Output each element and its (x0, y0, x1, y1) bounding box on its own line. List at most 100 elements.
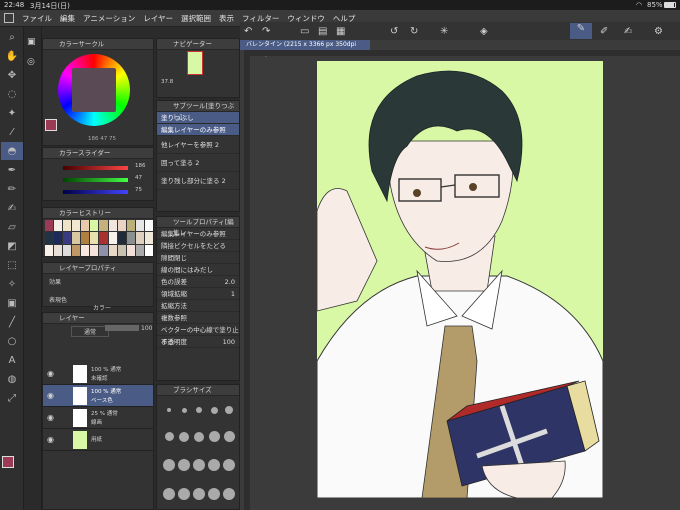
layer-row[interactable]: ◉ 用紙 (43, 429, 153, 451)
main-color-swatch[interactable] (2, 456, 14, 468)
tool-property-row[interactable]: 隙間閉じ (157, 252, 239, 264)
green-slider[interactable] (63, 178, 128, 182)
shape-tool-icon[interactable]: ○ (1, 332, 23, 350)
tool-property-row[interactable]: 不透明度 100 (157, 336, 239, 348)
status-battery: 85% (647, 1, 663, 9)
menu-item[interactable]: ファイル (22, 10, 52, 27)
layer-row-selected[interactable]: ◉ 100 % 通常 ベース色 (43, 385, 153, 407)
layer-row[interactable]: ◉ 25 % 通常 線画 (43, 407, 153, 429)
color-value-s: 47 (100, 136, 108, 142)
save-icon[interactable]: ▦ (336, 26, 345, 37)
document-tab[interactable]: バレンタイン (2215 x 3366 px 350dpi 37.8%) (240, 40, 370, 58)
settings-icon[interactable]: ⚙ (654, 26, 663, 37)
fill-tool-icon[interactable]: ◓ (1, 142, 23, 160)
lasso-tool-icon[interactable]: ◌ (1, 85, 23, 103)
blend-tool-icon[interactable]: ✧ (1, 275, 23, 293)
tool-property-row[interactable]: 隣接ピクセルをたどる (157, 240, 239, 252)
tool-property-label: 隣接ピクセルをたどる (161, 242, 226, 250)
opacity-slider[interactable] (105, 325, 139, 331)
layer-row[interactable]: ◉ 100 % 通常 未確認 (43, 363, 153, 385)
menu-item[interactable]: 編集 (60, 10, 75, 27)
layer-sub: 線画 (91, 420, 103, 426)
hue-ring[interactable] (58, 54, 130, 126)
tool-property-panel: ツールプロパティ[編集レ 編集レイヤーのみ参照 隣接ピクセルをたどる 隙間閉じ 線の… (156, 216, 240, 381)
color-slider-title: カラースライダー (43, 148, 153, 159)
eye-icon[interactable]: ◉ (47, 391, 54, 400)
correct-line-icon[interactable]: ⤢ (1, 389, 23, 407)
tool-property-row[interactable]: ベクターの中心線で塗り止まる (157, 324, 239, 346)
ruler-tool-icon[interactable]: ╱ (1, 313, 23, 331)
layer-tool-icon[interactable]: ▣ (1, 294, 23, 312)
wheel-main-swatch[interactable] (45, 119, 57, 131)
menu-item[interactable]: アニメーション (83, 10, 135, 27)
blend-mode-select[interactable]: 通常 (71, 326, 110, 337)
eraser-tool-icon[interactable]: ▱ (1, 218, 23, 236)
clear-icon[interactable]: ✳ (440, 26, 448, 37)
blue-slider[interactable] (63, 190, 128, 194)
subtool-item[interactable]: 塗り残し部分に塗る 2 (157, 172, 239, 190)
layer-thumbnail (73, 431, 87, 449)
pen-tool-icon[interactable]: ✒ (1, 161, 23, 179)
eye-icon[interactable]: ◉ (47, 435, 54, 444)
layer-name: 100 % 通常 (91, 367, 122, 373)
menu-item[interactable]: レイヤー (143, 10, 173, 27)
close-panel-icon[interactable]: ▣ (27, 37, 36, 47)
tool-property-row[interactable]: 領域拡縮 1 (157, 288, 239, 300)
app-menu-icon[interactable] (4, 13, 14, 23)
layer-sub: ベース色 (91, 398, 113, 404)
color-panel-icon[interactable]: ◎ (27, 57, 35, 67)
brush-size-grid[interactable] (163, 399, 235, 507)
layer-property-title: レイヤープロパティ (43, 263, 153, 274)
ruler-icon[interactable]: ✐ (600, 26, 608, 37)
text-tool-icon[interactable]: A (1, 351, 23, 369)
color-wheel-title: カラーサークル (43, 39, 153, 50)
new-file-icon[interactable]: ▭ (300, 26, 309, 37)
ios-status-bar: 22:48 3月14日(日) ◠ 85% (0, 0, 680, 10)
subtool-item[interactable]: 囲って塗る 2 (157, 154, 239, 172)
fill-icon[interactable]: ◈ (480, 26, 488, 37)
command-bar: ↶ ↷ ▭ ▤ ▦ ↺ ↻ ✳ ◈ ✎ ✐ ✍ ⚙ (240, 22, 680, 42)
eye-icon[interactable]: ◉ (47, 369, 54, 378)
redo-action-icon[interactable]: ↻ (410, 26, 418, 37)
tool-property-row[interactable]: 色の誤差 2.0 (157, 276, 239, 288)
redo-icon[interactable]: ↷ (262, 26, 270, 37)
subtool-item[interactable]: 編集レイヤーのみ参照 (157, 124, 239, 136)
zoom-tool-icon[interactable]: ⌕ (1, 28, 23, 46)
vertical-ruler (244, 56, 250, 510)
color-history-title: カラーヒストリー (43, 208, 153, 219)
menu-item[interactable]: 選択範囲 (181, 10, 211, 27)
navigator-zoom[interactable]: 37.8 (161, 79, 173, 85)
pen-mode-icon[interactable]: ✎ (570, 23, 592, 39)
saturation-square[interactable] (72, 68, 116, 112)
undo-action-icon[interactable]: ↺ (390, 26, 398, 37)
brush-icon[interactable]: ✍ (624, 26, 632, 37)
balloon-tool-icon[interactable]: ◍ (1, 370, 23, 388)
hand-tool-icon[interactable]: ✋ (1, 47, 23, 65)
pencil-tool-icon[interactable]: ✏ (1, 180, 23, 198)
subtool-item[interactable]: 塗りつぶし (157, 112, 239, 124)
subtool-panel: サブツール[塗りつぶし] 塗りつぶし編集レイヤーのみ参照他レイヤーを参照 2囲っ… (156, 100, 240, 212)
opacity-value: 100 (141, 325, 153, 332)
red-slider[interactable] (63, 166, 128, 170)
tool-property-row[interactable]: 拡縮方法 (157, 300, 239, 312)
undo-icon[interactable]: ↶ (244, 26, 252, 37)
figure-tool-icon[interactable]: ⬚ (1, 256, 23, 274)
layer-property-panel: レイヤープロパティ 効果 表現色 カラー (42, 262, 154, 312)
color-history-grid[interactable] (45, 220, 153, 256)
tool-property-row[interactable]: 線の間にはみだし (157, 264, 239, 276)
eyedropper-icon[interactable]: ⁄ (1, 123, 23, 141)
gradient-tool-icon[interactable]: ◩ (1, 237, 23, 255)
navigator-preview[interactable] (187, 51, 203, 75)
eye-icon[interactable]: ◉ (47, 413, 54, 422)
layer-thumbnail (73, 387, 87, 405)
subtool-item[interactable]: 他レイヤーを参照 2 (157, 136, 239, 154)
open-file-icon[interactable]: ▤ (318, 26, 327, 37)
drawing-canvas[interactable] (317, 61, 603, 498)
color-value-h: 186 (88, 136, 99, 142)
brush-tool-icon[interactable]: ✍ (1, 199, 23, 217)
menu-item[interactable]: 表示 (219, 10, 234, 27)
move-tool-icon[interactable]: ✥ (1, 66, 23, 84)
tool-property-row[interactable]: 複数参照 (157, 312, 239, 324)
magic-wand-icon[interactable]: ✦ (1, 104, 23, 122)
expression-color-value[interactable]: カラー (93, 303, 111, 312)
